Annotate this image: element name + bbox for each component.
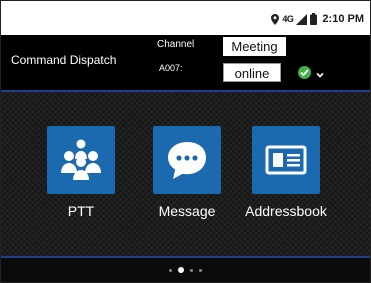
status-bar: 4G 2:10 PM: [1, 1, 370, 35]
channel-label: Channel: [157, 39, 195, 50]
ptt-label: PTT: [67, 203, 95, 219]
page-dot-4[interactable]: [199, 268, 202, 272]
ptt-app[interactable]: PTT: [26, 126, 136, 219]
addressbook-tile[interactable]: [252, 126, 320, 194]
signal-icon: [296, 13, 308, 25]
page-dot-3[interactable]: [190, 268, 193, 272]
app-grid: PTT Message Addressbook: [1, 92, 370, 256]
addressbook-label: Addressbook: [245, 203, 327, 219]
page-indicator: [1, 258, 370, 282]
ptt-tile[interactable]: [47, 126, 115, 194]
chevron-down-icon[interactable]: [315, 67, 325, 78]
page-dot-1[interactable]: [169, 268, 172, 272]
network-type: 4G: [282, 14, 294, 24]
page-dots: [169, 267, 202, 273]
app-screen: 4G 2:10 PM Command Dispatch Channel Meet…: [0, 0, 371, 283]
channel-field[interactable]: Meeting: [223, 37, 286, 56]
message-label: Message: [158, 203, 216, 219]
online-check-icon[interactable]: [298, 66, 311, 79]
page-dot-2[interactable]: [178, 267, 184, 273]
header-title: Command Dispatch: [11, 53, 117, 67]
battery-icon: [310, 13, 318, 25]
dispatch-header: Command Dispatch Channel Meeting A007: o…: [1, 35, 370, 90]
message-tile[interactable]: [153, 126, 221, 194]
message-app[interactable]: Message: [132, 126, 242, 219]
user-id-label: A007:: [159, 63, 183, 73]
addressbook-app[interactable]: Addressbook: [231, 126, 341, 219]
status-indicators: 4G 2:10 PM: [271, 12, 364, 26]
location-icon: [271, 13, 280, 25]
status-field[interactable]: online: [223, 63, 281, 82]
status-time: 2:10 PM: [322, 13, 364, 25]
